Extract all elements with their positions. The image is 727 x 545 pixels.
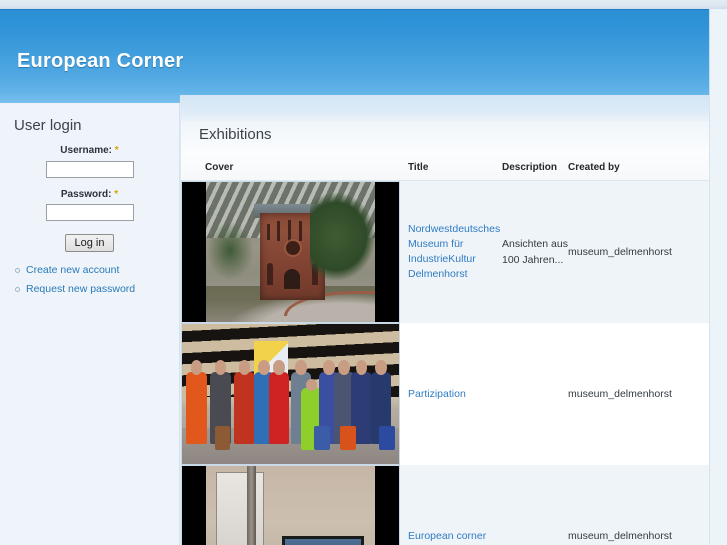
- exhibition-title-link[interactable]: European corner: [408, 529, 486, 544]
- site-header: European Corner: [0, 9, 710, 103]
- sidebar-title: User login: [14, 117, 82, 134]
- username-label-text: Username:: [60, 145, 112, 156]
- cell-created-by: museum_delmenhorst: [568, 180, 709, 323]
- cell-description: [502, 465, 568, 545]
- username-input[interactable]: [45, 160, 134, 178]
- username-row: Username: *: [0, 145, 179, 178]
- column-header-title[interactable]: Title: [408, 156, 502, 181]
- password-label: Password: *: [0, 189, 179, 200]
- list-item: Create new account: [14, 264, 179, 277]
- main-content-panel: Exhibitions Cover Title Description Crea…: [180, 95, 710, 545]
- table-row: Partizipation museum_delmenhorst: [181, 323, 709, 465]
- cell-title: Nordwestdeutsches Museum für IndustrieKu…: [408, 180, 502, 323]
- cover-thumbnail-room[interactable]: [181, 465, 400, 545]
- cover-thumbnail-group[interactable]: [181, 323, 400, 465]
- photo-exhibition-room: [182, 466, 399, 545]
- table-head: Cover Title Description Created by: [181, 156, 709, 181]
- password-input[interactable]: [45, 204, 134, 221]
- table-row: Nordwestdeutsches Museum für IndustrieKu…: [181, 180, 709, 323]
- top-background-strip: [0, 0, 727, 9]
- password-required-marker: *: [114, 188, 119, 200]
- exhibitions-table: Cover Title Description Created by Nordw…: [181, 156, 709, 545]
- right-page-gutter: [710, 9, 727, 545]
- column-header-description[interactable]: Description: [502, 156, 568, 181]
- password-label-text: Password:: [60, 188, 112, 200]
- photo-aerial-museum: [182, 182, 399, 322]
- login-form: Username: * Password: * Log in: [0, 145, 179, 252]
- table-body: Nordwestdeutsches Museum für IndustrieKu…: [181, 180, 709, 545]
- password-row: Password: *: [0, 189, 179, 221]
- request-new-password-link[interactable]: Request new password: [26, 283, 135, 295]
- cell-cover: [181, 180, 408, 323]
- column-header-created-by[interactable]: Created by: [568, 156, 709, 181]
- list-item: Request new password: [14, 283, 179, 296]
- username-label: Username: *: [0, 145, 179, 156]
- photo-visitor-group: [182, 324, 399, 464]
- table-header-row: Cover Title Description Created by: [181, 156, 709, 181]
- cell-created-by: museum_delmenhorst: [568, 323, 709, 465]
- exhibition-title-link[interactable]: Nordwestdeutsches Museum für IndustrieKu…: [408, 222, 502, 282]
- log-in-button[interactable]: Log in: [64, 234, 115, 252]
- cell-cover: [181, 323, 408, 465]
- cell-created-by: museum_delmenhorst: [568, 465, 709, 545]
- exhibition-title-link[interactable]: Partizipation: [408, 387, 466, 402]
- page-title: Exhibitions: [199, 126, 272, 143]
- cell-title: European corner: [408, 465, 502, 545]
- sidebar-user-login-block: User login Username: * Password: * Log i…: [0, 103, 180, 545]
- site-title: European Corner: [17, 50, 184, 72]
- cover-thumbnail-museum[interactable]: [181, 181, 400, 323]
- bullet-circle-icon: [15, 268, 20, 273]
- cell-description: [502, 323, 568, 465]
- bullet-circle-icon: [15, 287, 20, 292]
- cell-description: Ansichten aus 100 Jahren...: [502, 180, 568, 323]
- panel-top-band: [181, 95, 709, 121]
- column-header-cover[interactable]: Cover: [181, 156, 408, 181]
- table-row: European corner museum_delmenhorst: [181, 465, 709, 545]
- sidebar-links-list: Create new account Request new password: [0, 264, 179, 296]
- cell-title: Partizipation: [408, 323, 502, 465]
- create-new-account-link[interactable]: Create new account: [26, 264, 119, 276]
- login-button-row: Log in: [0, 233, 179, 252]
- username-required-marker: *: [114, 145, 119, 156]
- panel-heading-band: Exhibitions: [181, 121, 709, 156]
- cell-cover: [181, 465, 408, 545]
